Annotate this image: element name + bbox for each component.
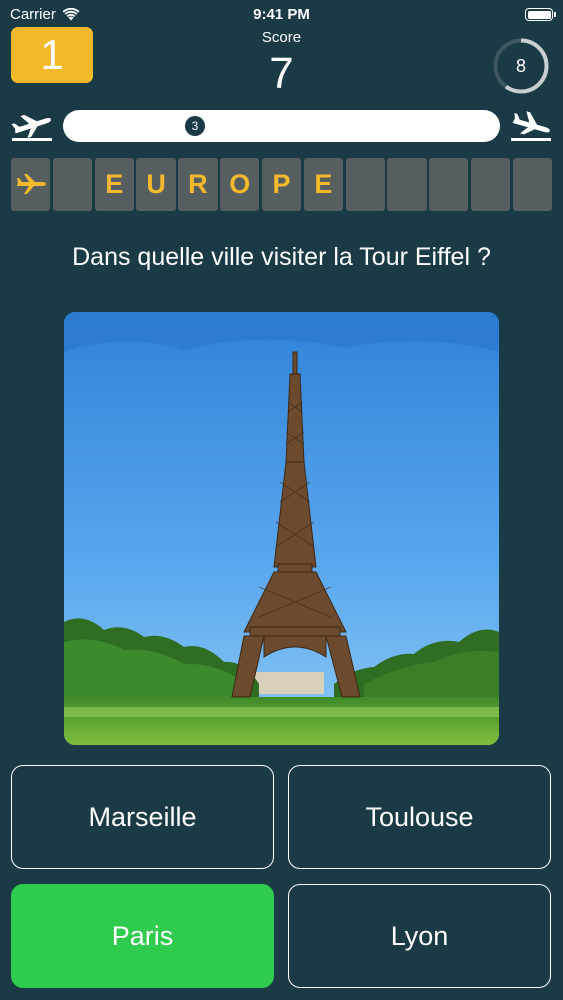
flight-progress-bar: 3 <box>63 110 500 142</box>
eiffel-tower-image <box>64 312 499 745</box>
score-value: 7 <box>269 49 294 98</box>
letter-tile <box>470 158 511 211</box>
letter-tile: R <box>178 158 218 211</box>
answer-button-paris[interactable]: Paris <box>11 884 274 988</box>
question-text: Dans quelle ville visiter la Tour Eiffel… <box>72 243 491 271</box>
answer-button-lyon[interactable]: Lyon <box>288 884 551 988</box>
answer-button-toulouse[interactable]: Toulouse <box>288 765 551 869</box>
airplane-icon <box>16 173 46 194</box>
letter-tile <box>52 158 93 211</box>
letter-tile <box>387 158 427 211</box>
letter-tile <box>429 158 469 211</box>
plane-landing-icon <box>511 111 551 141</box>
letter-tile <box>345 158 385 211</box>
answer-button-marseille[interactable]: Marseille <box>11 765 274 869</box>
letter-tile: U <box>136 158 176 211</box>
progress-marker: 3 <box>185 116 205 136</box>
score-label: Score <box>261 29 302 46</box>
status-bar: Carrier 9:41 PM <box>0 0 563 30</box>
destination-letter-tiles: E U R O P E <box>11 158 553 211</box>
status-time: 9:41 PM <box>253 6 310 23</box>
timer-value: 8 <box>515 55 526 76</box>
letter-tile <box>512 158 553 211</box>
letter-tile: O <box>220 158 260 211</box>
letter-tile: E <box>303 158 343 211</box>
letter-tile: P <box>261 158 302 211</box>
plane-tile <box>11 158 51 211</box>
plane-takeoff-icon <box>11 114 52 141</box>
letter-tile: E <box>94 158 134 211</box>
countdown-timer: 8 <box>493 38 549 94</box>
battery-icon <box>525 8 556 21</box>
